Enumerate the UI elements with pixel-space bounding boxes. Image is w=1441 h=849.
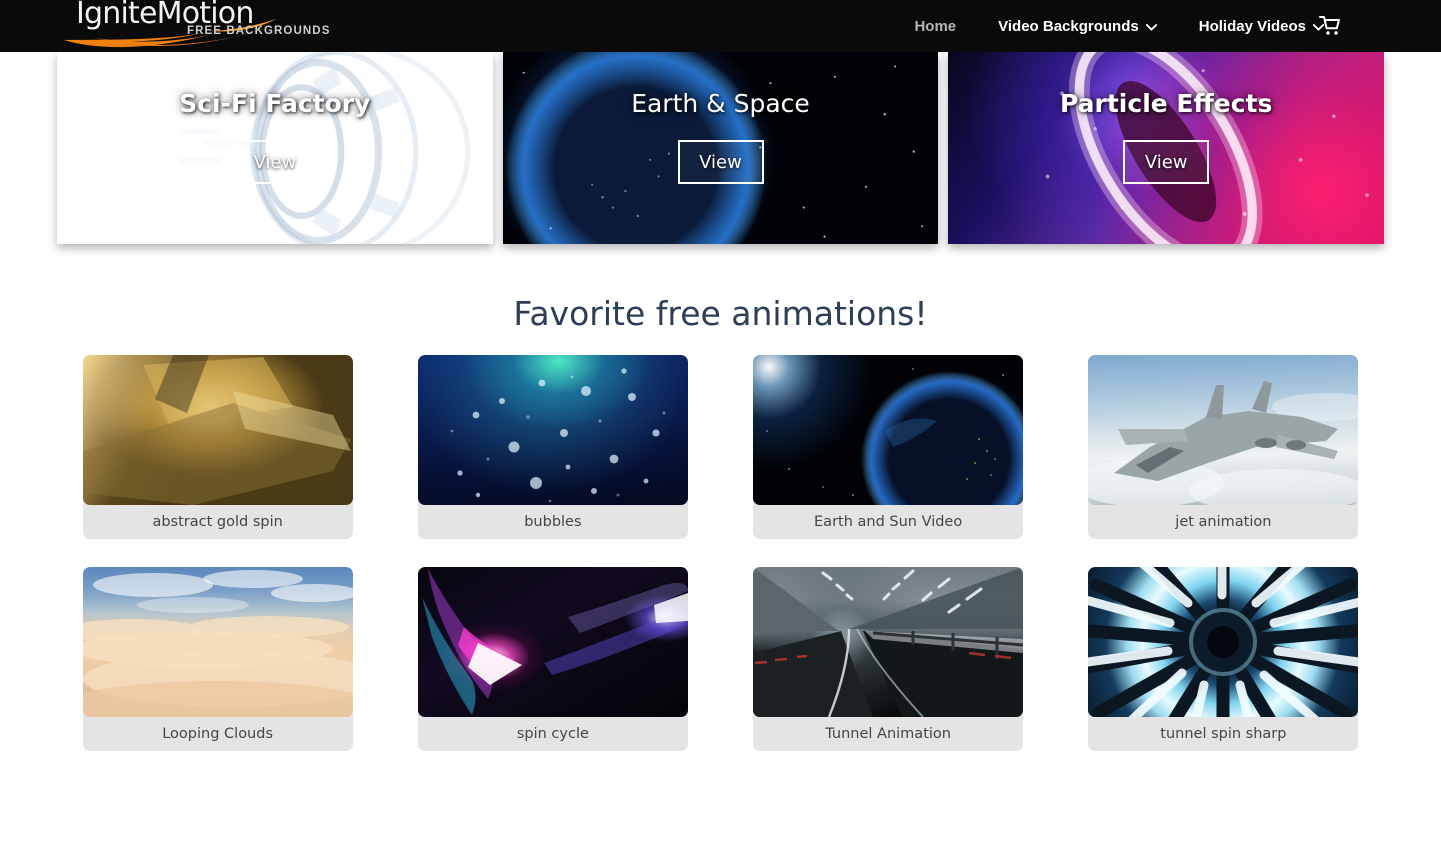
light-streaks-decoration [421,569,688,715]
gallery-item-caption: spin cycle [516,726,589,742]
cart-button[interactable] [1319,0,1341,52]
gallery-cell: Looping Clouds [50,567,385,751]
gallery-cell: tunnel spin sharp [1056,567,1391,751]
gallery-item-caption: bubbles [524,514,582,530]
hero-card-earth-and-space[interactable]: Earth & Space View [502,52,939,244]
gallery-cell: abstract gold spin [50,355,385,539]
gallery-item-caption: abstract gold spin [152,514,283,530]
gallery-cell: bubbles [385,355,720,539]
gallery-cell: Tunnel Animation [721,567,1056,751]
gallery-item-bubbles[interactable]: bubbles [417,355,688,539]
gallery-item-abstract-gold-spin[interactable]: abstract gold spin [82,355,353,539]
gallery-cell: jet animation [1056,355,1391,539]
hero-card-sci-fi-factory[interactable]: Sci-Fi Factory View [57,52,493,244]
gallery-item-caption: Looping Clouds [162,726,274,742]
hero-card-title: Particle Effects [1060,89,1273,118]
radial-tubes-decoration [1088,567,1359,717]
nav-item-video-backgrounds[interactable]: Video Backgrounds [977,0,1178,52]
thumbnail-bubbles[interactable] [417,355,688,505]
section-heading: Favorite free animations! [513,294,928,333]
chevron-down-icon [1145,23,1157,31]
gallery-item-looping-clouds[interactable]: Looping Clouds [82,567,353,751]
nav-item-label: Home [914,17,957,35]
shopping-cart-icon [1319,16,1340,35]
gallery-item-earth-and-sun-video[interactable]: Earth and Sun Video [753,355,1024,539]
thumbnail-earth-and-sun[interactable] [753,355,1024,505]
thumbnail-jet[interactable] [1088,355,1359,505]
nav-item-label: Video Backgrounds [998,17,1139,35]
gallery-item-spin-cycle[interactable]: spin cycle [417,567,688,751]
site-logo[interactable]: IgniteMotion FREE BACKGROUNDS [62,0,332,52]
hero-category-row: Sci-Fi Factory View Earth & Space View P… [0,52,1441,244]
thumbnail-clouds[interactable] [82,567,353,717]
animations-gallery: abstract gold spin bubbles Earth and Sun… [0,355,1441,751]
gallery-item-caption: Tunnel Animation [825,726,951,742]
clouds-decoration [82,570,353,717]
logo-tagline: FREE BACKGROUNDS [187,25,331,37]
bubbles-decoration [450,368,666,503]
gallery-item-caption: tunnel spin sharp [1160,726,1287,742]
hero-view-button[interactable]: View [677,140,764,184]
gallery-item-jet-animation[interactable]: jet animation [1088,355,1359,539]
earth-sun-decoration [766,368,1024,505]
gallery-item-tunnel-animation[interactable]: Tunnel Animation [753,567,1024,751]
main-navigation: Home Video Backgrounds Holiday Videos [893,0,1345,52]
hero-card-title: Earth & Space [631,89,810,118]
gallery-item-caption: jet animation [1175,514,1272,530]
thumbnail-abstract-gold-spin[interactable] [82,355,353,505]
hero-card-particle-effects[interactable]: Particle Effects View [948,52,1385,244]
nav-item-home[interactable]: Home [893,0,977,52]
gallery-cell: spin cycle [385,567,720,751]
gallery-item-caption: Earth and Sun Video [814,514,963,530]
gallery-item-tunnel-spin-sharp[interactable]: tunnel spin sharp [1088,567,1359,751]
hero-view-button[interactable]: View [1123,140,1210,184]
hero-view-button[interactable]: View [231,140,318,184]
hero-card-title: Sci-Fi Factory [179,89,371,118]
thumbnail-tunnel-spin-sharp[interactable] [1088,567,1359,717]
thumbnail-spin-cycle[interactable] [417,567,688,717]
gallery-cell: Earth and Sun Video [721,355,1056,539]
thumbnail-tunnel[interactable] [753,567,1024,717]
jet-decoration [1088,381,1359,505]
site-header: IgniteMotion FREE BACKGROUNDS Home Video… [0,0,1441,52]
road-tunnel-decoration [753,567,1024,717]
gold-blades-decoration [82,355,351,505]
nav-item-label: Holiday Videos [1198,17,1306,35]
